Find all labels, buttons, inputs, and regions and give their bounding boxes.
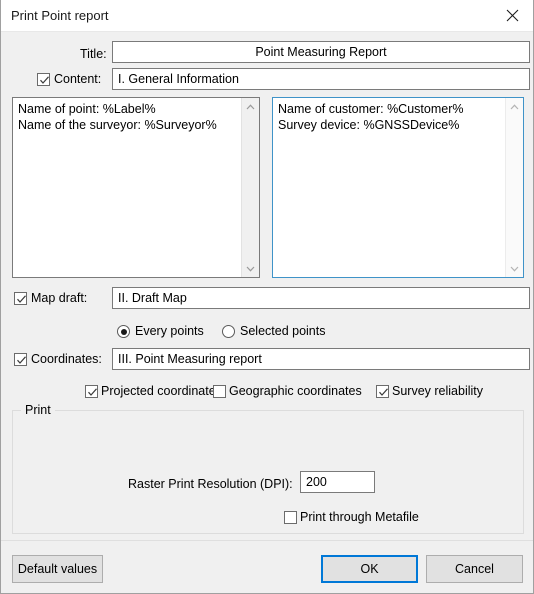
title-input[interactable]: Point Measuring Report — [112, 41, 530, 63]
left-textarea-scrollbar[interactable] — [241, 98, 259, 277]
content-input[interactable]: I. General Information — [112, 68, 530, 90]
default-values-button[interactable]: Default values — [12, 555, 103, 583]
map-draft-input[interactable]: II. Draft Map — [112, 287, 530, 309]
print-point-report-dialog: Print Point report Title: Point Measurin… — [0, 0, 534, 594]
checkmark-icon — [88, 388, 97, 396]
title-field-label: Title: — [80, 47, 107, 61]
right-content-textarea[interactable]: Name of customer: %Customer% Survey devi… — [272, 97, 524, 278]
right-textarea-text: Name of customer: %Customer% Survey devi… — [278, 102, 464, 132]
survey-reliability-checkbox[interactable] — [376, 385, 389, 398]
print-through-metafile-label: Print through Metafile — [300, 510, 419, 524]
scroll-down-icon[interactable] — [506, 260, 523, 277]
scroll-up-icon[interactable] — [242, 98, 259, 115]
radio-every-points-label: Every points — [135, 324, 204, 338]
close-button[interactable] — [490, 0, 533, 30]
coordinates-label: Coordinates: — [31, 352, 102, 366]
window-title: Print Point report — [11, 8, 109, 23]
geographic-coordinates-label: Geographic coordinates — [229, 384, 362, 398]
footer-divider — [1, 540, 533, 541]
right-textarea-scrollbar[interactable] — [505, 98, 523, 277]
survey-reliability-label: Survey reliability — [392, 384, 484, 398]
print-group-legend: Print — [21, 403, 55, 417]
left-textarea-text: Name of point: %Label% Name of the surve… — [18, 102, 217, 132]
radio-every-points[interactable] — [117, 325, 130, 338]
title-bar: Print Point report — [1, 0, 533, 32]
ok-button[interactable]: OK — [321, 555, 418, 583]
checkmark-icon — [17, 356, 26, 364]
radio-dot-icon — [120, 328, 127, 335]
dpi-label: Raster Print Resolution (DPI): — [128, 477, 293, 491]
content-field-label: Content: — [54, 72, 102, 86]
checkmark-icon — [17, 295, 26, 303]
left-content-textarea[interactable]: Name of point: %Label% Name of the surve… — [12, 97, 260, 278]
dpi-input[interactable]: 200 — [300, 471, 375, 493]
checkmark-icon — [40, 76, 49, 84]
geographic-coordinates-checkbox[interactable] — [213, 385, 226, 398]
scroll-down-icon[interactable] — [242, 260, 259, 277]
radio-selected-points-label: Selected points — [240, 324, 326, 338]
coordinates-checkbox[interactable] — [14, 353, 27, 366]
map-draft-checkbox[interactable] — [14, 292, 27, 305]
content-checkbox[interactable] — [37, 73, 50, 86]
radio-selected-points[interactable] — [222, 325, 235, 338]
cancel-button[interactable]: Cancel — [426, 555, 523, 583]
scroll-up-icon[interactable] — [506, 98, 523, 115]
print-group-box — [12, 410, 524, 534]
map-draft-label: Map draft: — [31, 291, 88, 305]
checkmark-icon — [379, 388, 388, 396]
coordinates-input[interactable]: III. Point Measuring report — [112, 348, 530, 370]
print-through-metafile-checkbox[interactable] — [284, 511, 297, 524]
projected-coordinates-label: Projected coordinates — [101, 384, 222, 398]
projected-coordinates-checkbox[interactable] — [85, 385, 98, 398]
close-icon — [506, 9, 519, 22]
